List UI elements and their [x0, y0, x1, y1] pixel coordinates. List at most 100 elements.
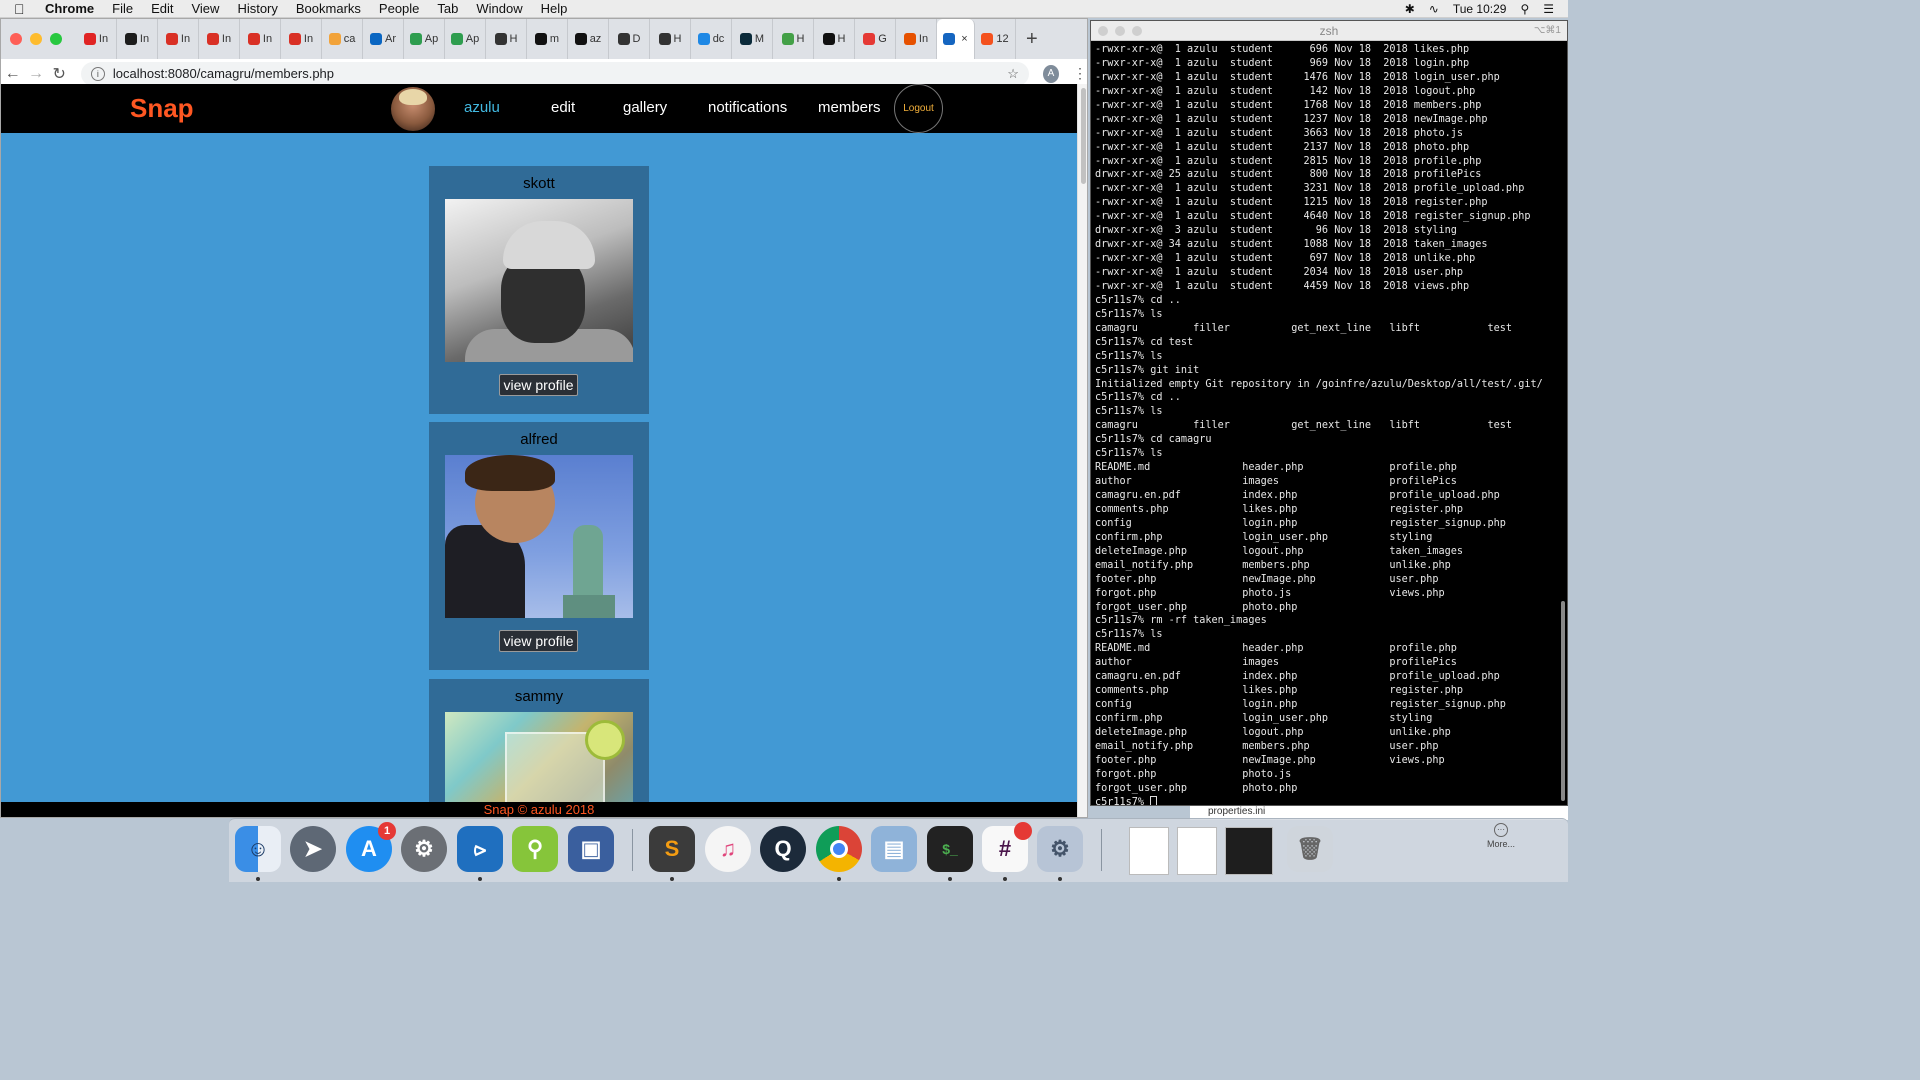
browser-tab[interactable]: 12: [975, 19, 1016, 59]
browser-tab[interactable]: In: [281, 19, 322, 59]
browser-tab[interactable]: H: [814, 19, 855, 59]
site-info-icon[interactable]: i: [90, 66, 105, 81]
browser-tab[interactable]: In: [199, 19, 240, 59]
itunes-icon[interactable]: ♫: [705, 826, 751, 872]
menu-chrome[interactable]: Chrome: [36, 1, 103, 16]
browser-tab[interactable]: ca: [322, 19, 363, 59]
terminal-line: comments.php likes.php register.php: [1095, 685, 1464, 697]
browser-tab[interactable]: m: [527, 19, 568, 59]
address-bar[interactable]: i localhost:8080/camagru/members.php ☆: [80, 61, 1029, 86]
android-studio-icon[interactable]: ⚲: [512, 826, 558, 872]
terminal-line: -rwxr-xr-x@ 1 azulu student 1768 Nov 18 …: [1095, 99, 1482, 111]
terminal-title: zsh: [1319, 23, 1339, 38]
terminal-line: -rwxr-xr-x@ 1 azulu student 4640 Nov 18 …: [1095, 211, 1531, 223]
wifi-icon[interactable]: ∿: [1429, 2, 1439, 16]
chrome-icon[interactable]: [816, 826, 862, 872]
browser-tab[interactable]: M: [732, 19, 773, 59]
spotlight-icon[interactable]: ⚲: [1520, 2, 1529, 16]
terminal-scrollbar[interactable]: [1561, 601, 1565, 801]
close-tab-icon[interactable]: ×: [961, 33, 967, 45]
nav-user[interactable]: azulu: [464, 99, 500, 116]
terminal-line: config login.php register_signup.php: [1095, 517, 1506, 529]
browser-tab[interactable]: az: [568, 19, 609, 59]
browser-tab[interactable]: In: [158, 19, 199, 59]
browser-tab[interactable]: dc: [691, 19, 732, 59]
browser-tab[interactable]: Ap: [445, 19, 486, 59]
member-name: skott: [523, 175, 555, 192]
zoom-window-button[interactable]: [50, 33, 62, 45]
browser-tab[interactable]: H: [486, 19, 527, 59]
user-avatar[interactable]: [391, 87, 435, 131]
menu-help[interactable]: Help: [532, 1, 577, 16]
more-label: More...: [1486, 839, 1515, 849]
nav-members[interactable]: members: [818, 99, 881, 116]
bluetooth-icon[interactable]: ✱: [1405, 2, 1415, 16]
new-tab-button[interactable]: +: [1026, 28, 1038, 51]
terminal-prompt-line[interactable]: c5r11s7%: [1095, 795, 1563, 805]
trash-icon[interactable]: 🗑: [1287, 826, 1333, 872]
browser-tab[interactable]: H: [650, 19, 691, 59]
app-store-icon[interactable]: A1: [346, 822, 396, 872]
terminal-line: email_notify.php members.php user.php: [1095, 740, 1439, 752]
browser-tab[interactable]: In: [117, 19, 158, 59]
slack-icon[interactable]: #: [982, 822, 1032, 872]
launchpad-icon[interactable]: ➤: [290, 826, 336, 872]
terminal-line: deleteImage.php logout.php unlike.php: [1095, 726, 1451, 738]
system-preferences-icon[interactable]: ⚙: [401, 826, 447, 872]
terminal-output[interactable]: -rwxr-xr-x@ 1 azulu student 696 Nov 18 2…: [1091, 41, 1567, 805]
menu-edit[interactable]: Edit: [142, 1, 182, 16]
document-thumbnail[interactable]: [1129, 827, 1169, 875]
page-scrollbar[interactable]: [1077, 84, 1087, 817]
menu-view[interactable]: View: [182, 1, 228, 16]
minimize-window-button[interactable]: [30, 33, 42, 45]
menu-tab[interactable]: Tab: [428, 1, 467, 16]
apple-menu-icon[interactable]: : [14, 1, 36, 17]
browser-tab[interactable]: D: [609, 19, 650, 59]
menu-bookmarks[interactable]: Bookmarks: [287, 1, 370, 16]
more-button[interactable]: ··· More...: [1481, 823, 1521, 849]
clock[interactable]: Tue 10:29: [1453, 2, 1507, 16]
chrome-menu-icon[interactable]: ⋮: [1073, 65, 1087, 82]
logout-button[interactable]: Logout: [894, 84, 943, 133]
view-profile-button[interactable]: view profile: [499, 630, 578, 652]
forward-button[interactable]: →: [24, 65, 47, 83]
menu-people[interactable]: People: [370, 1, 428, 16]
scrollbar-thumb[interactable]: [1081, 88, 1086, 184]
browser-tab[interactable]: Ar: [363, 19, 404, 59]
running-indicator: [670, 877, 674, 881]
bookmark-star-icon[interactable]: ☆: [1007, 66, 1019, 82]
terminal-line: forgot_user.php photo.php: [1095, 782, 1298, 794]
browser-tab[interactable]: In: [896, 19, 937, 59]
preview-icon[interactable]: ▤: [871, 826, 917, 872]
browser-tab[interactable]: H: [773, 19, 814, 59]
nav-edit[interactable]: edit: [551, 99, 575, 116]
nav-gallery[interactable]: gallery: [623, 99, 667, 116]
tab-favicon-icon: [83, 33, 96, 45]
browser-tab[interactable]: In: [76, 19, 117, 59]
browser-tab[interactable]: ×: [937, 19, 975, 59]
menu-history[interactable]: History: [228, 1, 286, 16]
view-profile-button[interactable]: view profile: [499, 374, 578, 396]
window-thumbnail[interactable]: [1225, 827, 1273, 875]
notification-center-icon[interactable]: ☰: [1543, 2, 1554, 16]
virtualbox-icon[interactable]: ▣: [568, 826, 614, 872]
close-window-button[interactable]: [10, 33, 22, 45]
settings-icon[interactable]: ⚙: [1037, 826, 1083, 872]
reload-button[interactable]: ↻: [48, 64, 71, 84]
menu-window[interactable]: Window: [467, 1, 531, 16]
site-logo[interactable]: Snap: [130, 93, 194, 124]
profile-avatar-button[interactable]: A: [1042, 64, 1060, 83]
browser-tab[interactable]: In: [240, 19, 281, 59]
terminal-icon[interactable]: $_: [927, 826, 973, 872]
terminal-line: -rwxr-xr-x@ 1 azulu student 2815 Nov 18 …: [1095, 155, 1482, 167]
back-button[interactable]: ←: [1, 65, 24, 83]
menu-file[interactable]: File: [103, 1, 142, 16]
document-thumbnail[interactable]: [1177, 827, 1217, 875]
vscode-icon[interactable]: ⪧: [457, 826, 503, 872]
quicktime-icon[interactable]: Q: [760, 826, 806, 872]
finder-icon[interactable]: ☺: [235, 826, 281, 872]
sublime-text-icon[interactable]: S: [649, 826, 695, 872]
browser-tab[interactable]: Ap: [404, 19, 445, 59]
browser-tab[interactable]: G: [855, 19, 896, 59]
nav-notifications[interactable]: notifications: [708, 99, 787, 116]
